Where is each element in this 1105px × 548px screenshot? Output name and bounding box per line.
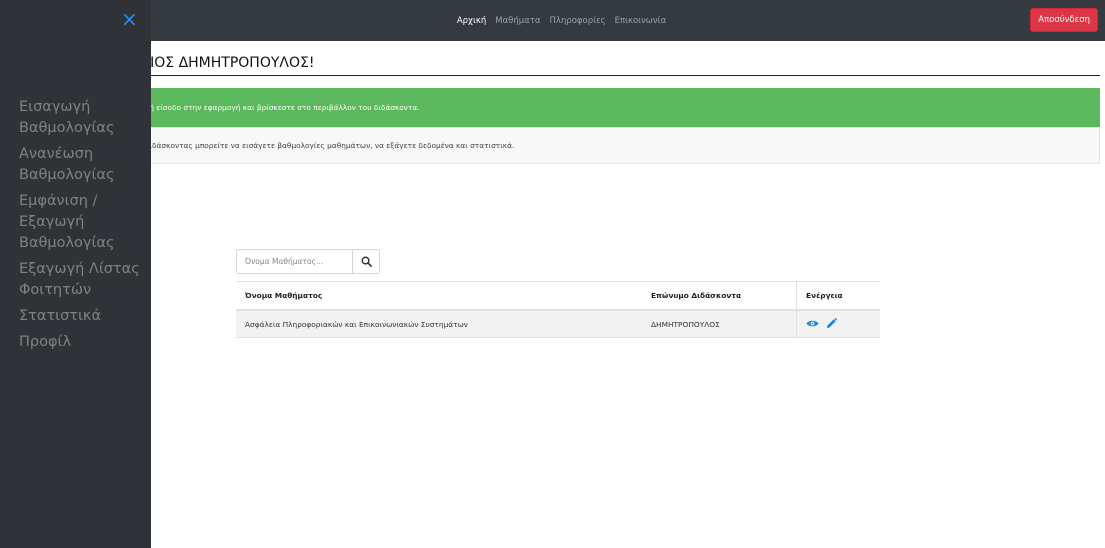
page-title: ΗΜΗΤΡΙΟΣ ΔΗΜΗΤΡΟΠΟΥΛΟΣ! — [100, 55, 1100, 76]
search-input[interactable] — [236, 249, 353, 274]
search-icon — [361, 256, 372, 267]
logout-button[interactable]: Αποσύνδεση — [1030, 8, 1098, 32]
eye-icon[interactable] — [806, 319, 819, 330]
pencil-icon[interactable] — [826, 317, 838, 331]
column-header-course: Όνομα Μαθήματος — [236, 281, 642, 311]
info-text: διδάσκοντας μπορείτε να εισάγετε βαθμολο… — [145, 141, 515, 150]
sidebar-item-grade-export[interactable]: Εμφάνιση / Εξαγωγή Βαθμολογίας — [19, 191, 147, 254]
teacher-cell: ΔΗΜΗΤΡΟΠΟΥΛΟΣ — [642, 310, 797, 338]
actions-cell — [796, 310, 880, 338]
nav-link-info[interactable]: Πληροφορίες — [550, 16, 606, 26]
table-header-row: Όνομα Μαθήματος Επώνυμο Διδάσκοντα Ενέργ… — [236, 281, 880, 311]
close-icon[interactable]: × — [121, 9, 138, 29]
course-name-cell: Ασφάλεια Πληροφοριακών και Επικοινωνιακώ… — [236, 310, 642, 338]
sidebar-item-profile[interactable]: Προφίλ — [19, 332, 147, 353]
nav-link-contact[interactable]: Επικοινωνία — [615, 16, 667, 26]
nav-link-courses[interactable]: Μαθήματα — [495, 16, 540, 26]
sidebar-item-grade-update[interactable]: Ανανέωση Βαθμολογίας — [19, 144, 147, 186]
column-header-teacher: Επώνυμο Διδάσκοντα — [642, 281, 797, 311]
success-alert-text: χή είσοδο στην εφαρμογή και βρίσκεστε στ… — [145, 103, 420, 112]
search-button[interactable] — [353, 249, 380, 274]
table-row: Ασφάλεια Πληροφοριακών και Επικοινωνιακώ… — [236, 310, 880, 338]
sidebar-menu: Εισαγωγή Βαθμολογίας Ανανέωση Βαθμολογία… — [19, 97, 147, 358]
nav-links: Αρχική Μαθήματα Πληροφορίες Επικοινωνία — [0, 0, 1105, 41]
courses-table: Όνομα Μαθήματος Επώνυμο Διδάσκοντα Ενέργ… — [236, 281, 880, 338]
course-search — [236, 249, 380, 274]
top-navbar: Αρχική Μαθήματα Πληροφορίες Επικοινωνία … — [0, 0, 1105, 41]
main-content: ΗΜΗΤΡΙΟΣ ΔΗΜΗΤΡΟΠΟΥΛΟΣ! χή είσοδο στην ε… — [0, 41, 1105, 548]
sidebar: × Εισαγωγή Βαθμολογίας Ανανέωση Βαθμολογ… — [0, 0, 151, 548]
sidebar-item-grade-entry[interactable]: Εισαγωγή Βαθμολογίας — [19, 97, 147, 139]
info-box: διδάσκοντας μπορείτε να εισάγετε βαθμολο… — [100, 127, 1100, 164]
success-alert: χή είσοδο στην εφαρμογή και βρίσκεστε στ… — [100, 88, 1100, 127]
sidebar-item-statistics[interactable]: Στατιστικά — [19, 306, 147, 327]
column-header-action: Ενέργεια — [796, 281, 880, 311]
sidebar-item-student-list[interactable]: Εξαγωγή Λίστας Φοιτητών — [19, 259, 147, 301]
nav-link-home[interactable]: Αρχική — [457, 16, 486, 26]
